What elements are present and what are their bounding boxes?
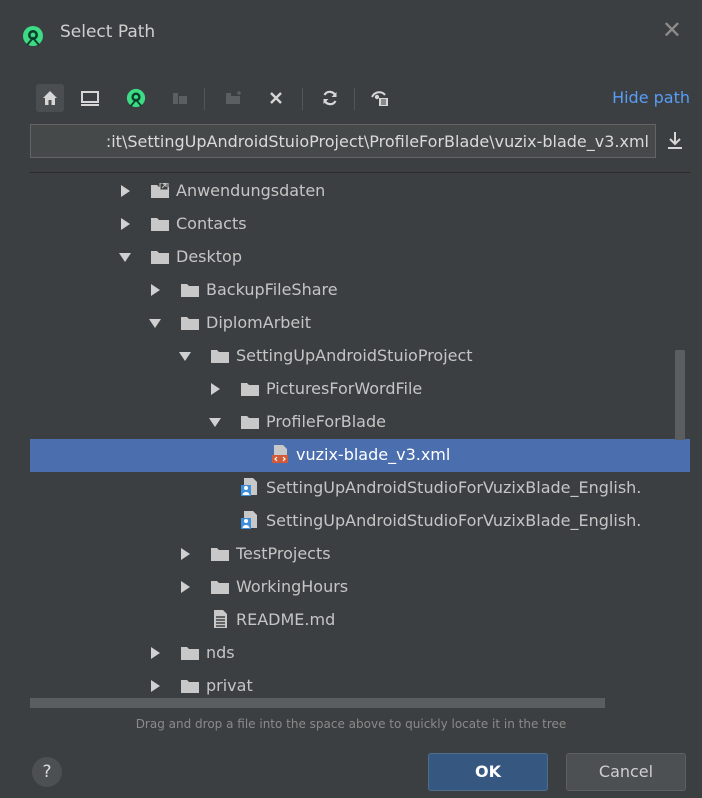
tree-item-label: Desktop: [176, 247, 242, 266]
tree-row[interactable]: vuzix-blade_v3.xml: [30, 439, 690, 472]
new-folder-icon: [226, 91, 241, 104]
collapsed-arrow-icon[interactable]: [178, 546, 192, 560]
tree-item-label: vuzix-blade_v3.xml: [296, 445, 451, 464]
folder-icon: [180, 282, 200, 298]
path-input[interactable]: [30, 124, 656, 158]
tree-row[interactable]: SettingUpAndroidStudioForVuzixBlade_Engl…: [30, 472, 690, 505]
word-file-icon: [240, 510, 260, 530]
tree-row[interactable]: SettingUpAndroidStudioForVuzixBlade_Engl…: [30, 505, 690, 538]
cancel-button[interactable]: Cancel: [566, 753, 686, 791]
tree-row[interactable]: Desktop: [30, 241, 690, 274]
module-button[interactable]: [166, 84, 194, 112]
folder-icon: [210, 348, 230, 364]
toolbar-separator: [204, 88, 205, 110]
tree-row[interactable]: BackupFileShare: [30, 274, 690, 307]
tree-item-label: DiplomArbeit: [206, 313, 311, 332]
show-hidden-button[interactable]: [366, 84, 394, 112]
android-studio-icon: [23, 26, 43, 46]
tree-item-label: SettingUpAndroidStuioProject: [236, 346, 473, 365]
text-file-icon: [210, 609, 230, 629]
tree-row[interactable]: WorkingHours: [30, 571, 690, 604]
collapsed-arrow-icon[interactable]: [118, 216, 132, 230]
tree-row[interactable]: ProfileForBlade: [30, 406, 690, 439]
folder-icon: [180, 315, 200, 331]
tree-item-label: privat: [206, 676, 253, 695]
delete-button[interactable]: [262, 84, 290, 112]
tree-item-label: SettingUpAndroidStudioForVuzixBlade_Engl…: [266, 478, 642, 497]
new-folder-button[interactable]: [220, 84, 248, 112]
refresh-icon: [323, 90, 337, 106]
folder-icon: [210, 579, 230, 595]
home-icon: [43, 91, 57, 105]
tree-row[interactable]: Anwendungsdaten: [30, 175, 690, 208]
tree-row[interactable]: DiplomArbeit: [30, 307, 690, 340]
collapsed-arrow-icon[interactable]: [148, 678, 162, 692]
folder-icon: [210, 546, 230, 562]
tree-item-label: README.md: [236, 610, 336, 629]
collapsed-arrow-icon[interactable]: [148, 282, 162, 296]
module-icon: [173, 93, 187, 104]
download-icon: [668, 132, 682, 149]
collapsed-arrow-icon[interactable]: [178, 579, 192, 593]
toolbar-separator: [354, 88, 355, 110]
show-hidden-icon: [371, 91, 388, 106]
tree-row[interactable]: nds: [30, 637, 690, 670]
tree-item-label: Contacts: [176, 214, 247, 233]
folder-icon: [240, 381, 260, 397]
vertical-scrollbar[interactable]: [675, 350, 685, 440]
xml-file-icon: [270, 444, 290, 464]
drag-drop-hint: Drag and drop a file into the space abov…: [135, 717, 567, 731]
refresh-button[interactable]: [316, 84, 344, 112]
folder-icon: [150, 216, 170, 232]
collapsed-arrow-icon[interactable]: [148, 645, 162, 659]
folder-icon: [180, 678, 200, 694]
tree-item-label: TestProjects: [236, 544, 331, 563]
folder-icon: [240, 414, 260, 430]
tree-item-label: WorkingHours: [236, 577, 349, 596]
folder-link-icon: [150, 182, 170, 199]
horizontal-scrollbar[interactable]: [30, 698, 605, 708]
tree-row[interactable]: PicturesForWordFile: [30, 373, 690, 406]
dialog-title: Select Path: [60, 22, 156, 42]
tree-row[interactable]: README.md: [30, 604, 690, 637]
tree-row[interactable]: SettingUpAndroidStuioProject: [30, 340, 690, 373]
tree-row[interactable]: Contacts: [30, 208, 690, 241]
expanded-arrow-icon[interactable]: [148, 315, 162, 329]
dialog-title-bar: Select Path ✕: [0, 0, 702, 68]
file-tree[interactable]: Anwendungsdaten Contacts Desktop BackupFile…: [30, 172, 690, 711]
download-button[interactable]: [662, 128, 688, 154]
tree-item-label: nds: [206, 643, 235, 662]
word-file-icon: [240, 477, 260, 497]
tree-item-label: SettingUpAndroidStudioForVuzixBlade_Engl…: [266, 511, 642, 530]
folder-icon: [180, 645, 200, 661]
help-button[interactable]: ?: [32, 757, 62, 787]
desktop-icon: [81, 91, 99, 106]
folder-icon: [150, 249, 170, 265]
android-project-icon: [126, 88, 146, 108]
tree-item-label: PicturesForWordFile: [266, 379, 423, 398]
collapsed-arrow-icon[interactable]: [208, 381, 222, 395]
toolbar-separator: [302, 88, 303, 110]
tree-item-label: BackupFileShare: [206, 280, 338, 299]
delete-icon: [270, 92, 282, 104]
expanded-arrow-icon[interactable]: [118, 249, 132, 263]
tree-item-label: ProfileForBlade: [266, 412, 386, 431]
project-button[interactable]: [122, 84, 150, 112]
tree-item-label: Anwendungsdaten: [176, 181, 326, 200]
hide-path-link[interactable]: Hide path: [612, 88, 690, 107]
close-icon[interactable]: ✕: [662, 18, 682, 42]
home-button[interactable]: [36, 84, 64, 112]
expanded-arrow-icon[interactable]: [208, 414, 222, 428]
expanded-arrow-icon[interactable]: [178, 348, 192, 362]
file-chooser-toolbar: Hide path: [36, 84, 696, 114]
desktop-button[interactable]: [76, 84, 104, 112]
ok-button[interactable]: OK: [428, 753, 548, 791]
path-row: [30, 124, 690, 160]
tree-row[interactable]: TestProjects: [30, 538, 690, 571]
collapsed-arrow-icon[interactable]: [118, 183, 132, 197]
